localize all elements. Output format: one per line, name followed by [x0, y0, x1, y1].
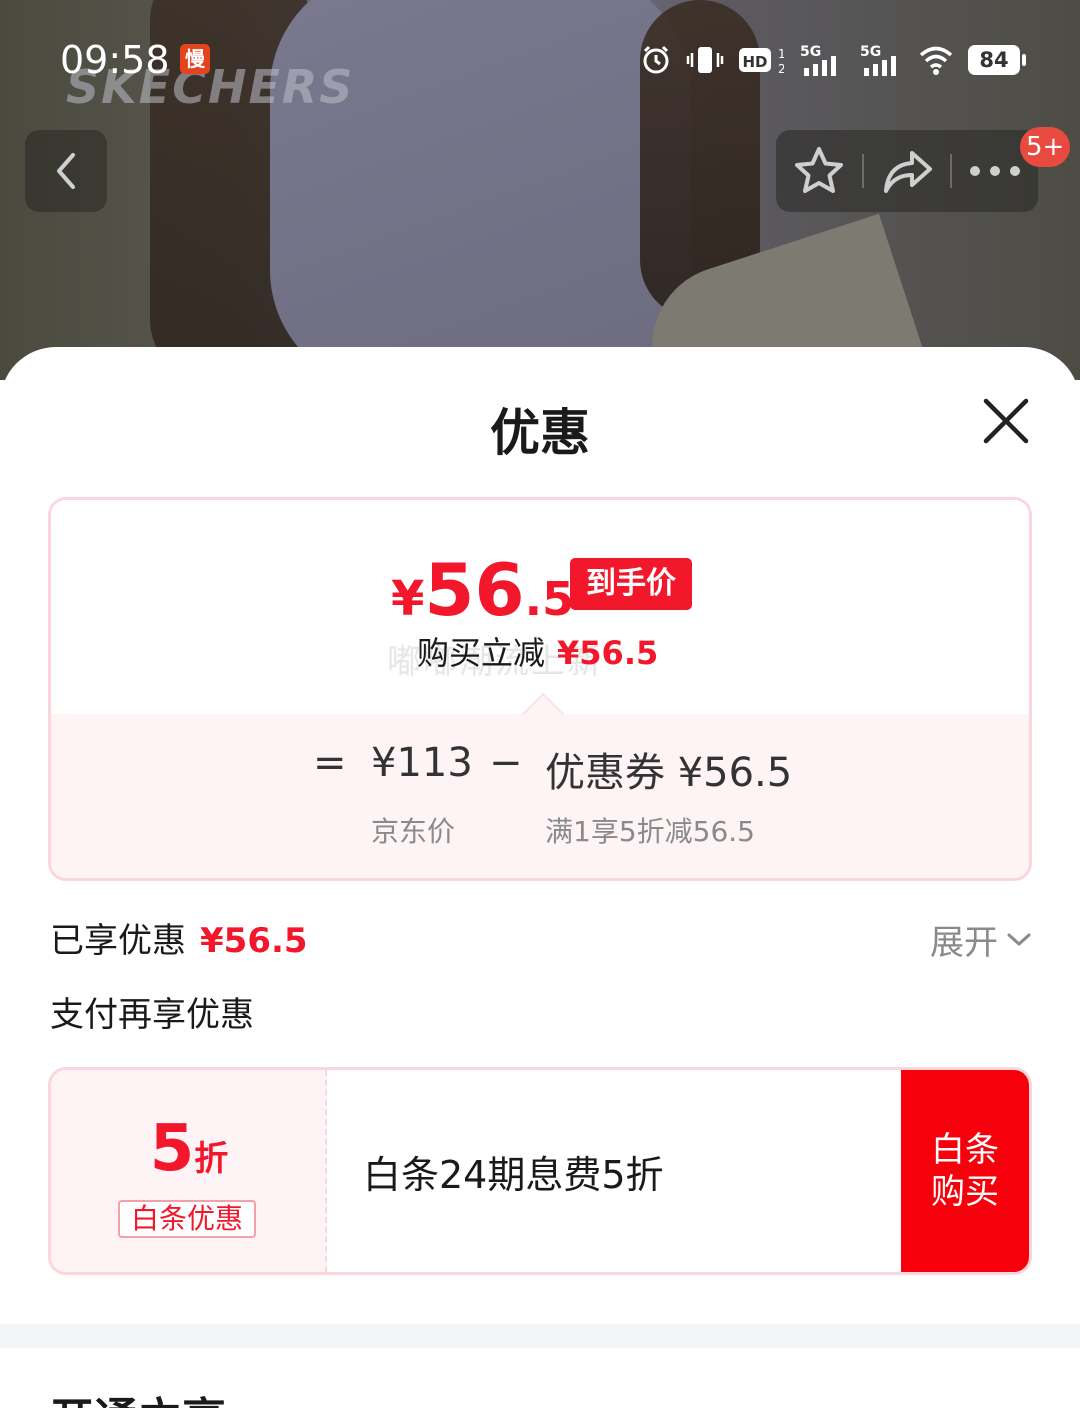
star-icon	[795, 147, 843, 193]
discount-unit: 折	[194, 1139, 229, 1179]
share-button[interactable]	[864, 130, 950, 212]
final-price-tag: 到手价	[570, 558, 692, 610]
message-count-badge: 5+	[1020, 127, 1071, 167]
reduction-label: 购买立减	[417, 634, 546, 672]
close-button[interactable]	[978, 393, 1034, 449]
enjoyed-amount: ¥56.5	[200, 921, 308, 961]
discount-sheet: 优惠 ¥56.5 到手价 嘟嘟潮流上新 购买立减 ¥56.5 = ¥113 − 优…	[0, 347, 1080, 1408]
status-time: 09:58	[60, 38, 170, 82]
jd-price-label: 京东价	[371, 815, 456, 848]
svg-text:5G: 5G	[800, 44, 821, 60]
payment-discount-heading: 支付再享优惠	[50, 995, 254, 1035]
chevron-down-icon	[1007, 933, 1031, 945]
signal-5g-icon-2: 5G	[860, 44, 896, 76]
reduction-amount: ¥56.5	[557, 634, 659, 672]
favorite-button[interactable]	[776, 130, 862, 212]
coupon-type-tag: 白条优惠	[118, 1200, 256, 1238]
svg-text:1: 1	[778, 47, 784, 61]
discount-number: 5	[149, 1112, 195, 1186]
buy-button-line-2: 购买	[931, 1172, 999, 1212]
buy-button-line-1: 白条	[931, 1130, 999, 1170]
hd-icon: HD 1 2	[739, 47, 784, 76]
final-price: ¥56.5	[391, 548, 574, 632]
expand-button[interactable]: 展开	[930, 915, 1032, 964]
baitiao-buy-button[interactable]: 白条 购买	[901, 1070, 1029, 1272]
svg-text:5G: 5G	[860, 44, 881, 60]
currency-symbol: ¥	[391, 571, 425, 627]
coupon-value: 优惠券 ¥56.5	[545, 750, 793, 796]
system-icons: HD 1 2 5G 5G 84	[640, 40, 1026, 80]
coupon-discount-panel: 5折 白条优惠	[51, 1070, 327, 1272]
price-breakdown-card: ¥56.5 到手价 嘟嘟潮流上新 购买立减 ¥56.5 = ¥113 − 优惠券 …	[48, 497, 1032, 881]
coupon-discount: 5折	[51, 1112, 327, 1186]
chevron-left-icon	[57, 153, 75, 189]
minus-sign: −	[489, 740, 523, 786]
coupon-rule: 满1享5折减56.5	[545, 815, 755, 848]
final-price-integer: 56	[424, 548, 525, 632]
more-dots-icon	[970, 166, 1020, 176]
expand-label: 展开	[930, 923, 998, 963]
jd-price-value: ¥113	[371, 740, 473, 786]
purchase-reduction: 购买立减 ¥56.5	[417, 628, 658, 674]
svg-text:HD: HD	[742, 53, 767, 71]
next-section-title: 开通立享	[50, 1383, 226, 1408]
battery-indicator: 84	[968, 45, 1026, 75]
signal-5g-icon-1: 5G	[800, 44, 836, 76]
vibrate-icon	[686, 47, 724, 73]
svg-text:2: 2	[778, 62, 784, 76]
final-price-decimal: .5	[524, 572, 575, 626]
wifi-icon	[919, 46, 953, 75]
app-badge-icon: 慢	[180, 44, 210, 74]
baitiao-coupon-card[interactable]: 5折 白条优惠 白条24期息费5折 白条 购买	[48, 1067, 1032, 1275]
back-button[interactable]	[25, 130, 107, 212]
status-bar: 09:58 慢 HD 1 2 5G 5G 84	[0, 0, 1080, 120]
price-formula: = ¥113 − 优惠券 ¥56.5	[51, 740, 1029, 800]
share-icon	[884, 151, 932, 193]
enjoyed-label: 已享优惠	[50, 921, 186, 961]
sheet-title: 优惠	[490, 404, 590, 462]
coupon-description: 白条24期息费5折	[363, 1153, 664, 1197]
top-action-bar	[776, 130, 1038, 212]
close-icon	[983, 398, 1029, 444]
enjoyed-discount: 已享优惠 ¥56.5	[50, 913, 308, 962]
alarm-icon	[643, 45, 669, 74]
section-divider	[0, 1324, 1080, 1348]
equals-sign: =	[313, 740, 347, 786]
